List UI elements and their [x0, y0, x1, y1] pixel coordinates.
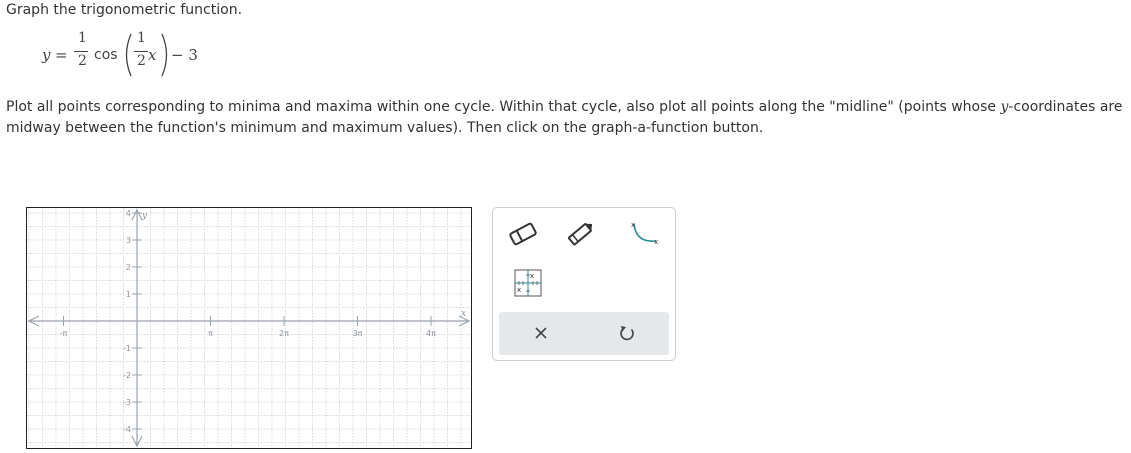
- pencil-tool[interactable]: [561, 217, 601, 251]
- cos-function: cos: [94, 47, 118, 63]
- left-paren: [125, 33, 132, 77]
- y-tick-label: 1: [126, 290, 131, 299]
- plot-text-part1: Plot all points corresponding to minima …: [6, 99, 1001, 115]
- y-axis-label: y: [141, 211, 148, 221]
- x-tick-label: 4π: [426, 329, 436, 338]
- y-tick-label: -2: [123, 371, 131, 380]
- x-tick-label: -π: [60, 329, 68, 338]
- x-tick-label: π: [208, 329, 213, 338]
- y-tick-label: 3: [126, 236, 131, 245]
- curve-icon: x x: [631, 221, 658, 246]
- undo-icon: [620, 326, 634, 341]
- action-bar: [499, 312, 669, 355]
- equation-constant: − 3: [171, 46, 198, 64]
- pencil-icon: [568, 223, 593, 246]
- x-tick-label: 3π: [353, 329, 363, 338]
- svg-text:x: x: [517, 286, 521, 294]
- curve-tool[interactable]: x x: [623, 217, 663, 251]
- svg-text:x: x: [530, 272, 534, 280]
- grid: [27, 208, 471, 448]
- graph-area[interactable]: xy -π π 2π 3π 4π 4 3 2 1 -1 -2 -3 -4: [26, 207, 472, 449]
- clear-button[interactable]: [521, 316, 561, 350]
- coef-denominator: 2: [78, 53, 87, 69]
- arg-denominator: 2: [137, 53, 146, 69]
- svg-text:x: x: [654, 238, 658, 246]
- graph-function-icon: x x: [514, 269, 542, 297]
- y-tick-label: -3: [123, 398, 131, 407]
- instruction-text: Graph the trigonometric function.: [6, 2, 243, 18]
- x-axis-label: x: [461, 309, 466, 319]
- y-tick-label: -1: [123, 344, 131, 353]
- y-tick-label: -4: [123, 425, 131, 434]
- y-tick-label: 2: [126, 263, 131, 272]
- eraser-tool[interactable]: [503, 217, 543, 251]
- y-tick-label: 4: [126, 209, 131, 218]
- x-tick-label: 2π: [279, 329, 289, 338]
- equation-equals: =: [55, 46, 68, 64]
- graph-function-button[interactable]: x x: [508, 266, 548, 300]
- clear-icon: [535, 327, 547, 339]
- coef-fraction-bar: [74, 51, 88, 52]
- graph-canvas[interactable]: xy -π π 2π 3π 4π4321-1-2-3-4: [27, 208, 471, 448]
- arg-variable: x: [148, 46, 157, 64]
- equation: y = 1 2 cos 1 2 x − 3: [38, 30, 238, 80]
- arg-fraction-bar: [134, 51, 148, 52]
- svg-text:x: x: [631, 221, 635, 229]
- coef-numerator: 1: [78, 30, 87, 46]
- undo-button[interactable]: [607, 316, 647, 350]
- toolbar: x x x x: [492, 207, 676, 361]
- equation-lhs: y: [42, 46, 51, 64]
- axes: xy: [27, 208, 471, 448]
- eraser-icon: [509, 222, 537, 246]
- plot-instructions: Plot all points corresponding to minima …: [6, 97, 1128, 139]
- arg-numerator: 1: [137, 30, 146, 46]
